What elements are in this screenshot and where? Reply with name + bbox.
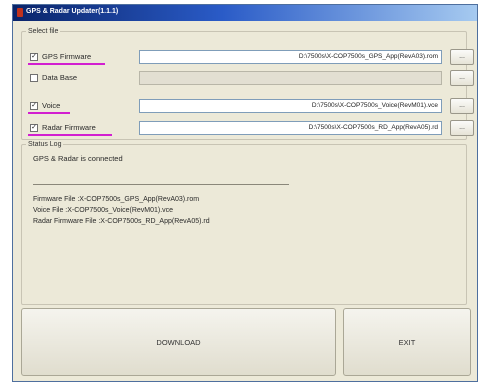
voice-browse-button[interactable]: ... <box>450 98 474 114</box>
connection-status-text: GPS & Radar is connected <box>33 154 123 163</box>
app-icon <box>17 8 23 17</box>
highlight-underline <box>28 112 70 114</box>
window-title: GPS & Radar Updater(1.1.1) <box>26 8 119 15</box>
data-base-checkbox[interactable] <box>30 74 38 82</box>
highlight-underline <box>28 63 105 65</box>
select-file-legend: Select file <box>28 28 59 35</box>
row-data-base: Data Base ... <box>22 70 474 88</box>
gps-firmware-label[interactable]: GPS Firmware <box>42 52 91 61</box>
status-divider <box>33 184 289 185</box>
status-log-legend: Status Log <box>28 141 62 148</box>
voice-path-field[interactable]: D:\7500s\X-COP7500s_Voice(RevM01).vce <box>139 99 442 113</box>
exit-button[interactable]: EXIT <box>343 308 471 376</box>
radar-firmware-checkbox[interactable]: ✓ <box>30 124 38 132</box>
data-base-path-field <box>139 71 442 85</box>
data-base-browse-button[interactable]: ... <box>450 70 474 86</box>
title-bar[interactable]: GPS & Radar Updater(1.1.1) <box>13 5 477 21</box>
row-gps-firmware: ✓ GPS Firmware D:\7500s\X-COP7500s_GPS_A… <box>22 49 474 67</box>
voice-checkbox[interactable]: ✓ <box>30 102 38 110</box>
radar-firmware-label[interactable]: Radar Firmware <box>42 123 96 132</box>
client-area: Select file ✓ GPS Firmware D:\7500s\X-CO… <box>16 24 474 378</box>
status-log-group: Status Log GPS & Radar is connected Firm… <box>21 141 467 305</box>
gps-firmware-checkbox[interactable]: ✓ <box>30 53 38 61</box>
download-button[interactable]: DOWNLOAD <box>21 308 336 376</box>
gps-firmware-path-field[interactable]: D:\7500s\X-COP7500s_GPS_App(RevA03).rom <box>139 50 442 64</box>
log-line-radar: Radar Firmware File :X-COP7500s_RD_App(R… <box>33 218 210 225</box>
radar-firmware-browse-button[interactable]: ... <box>450 120 474 136</box>
log-line-firmware: Firmware File :X-COP7500s_GPS_App(RevA03… <box>33 196 200 203</box>
row-voice: ✓ Voice D:\7500s\X-COP7500s_Voice(RevM01… <box>22 98 474 116</box>
updater-window: GPS & Radar Updater(1.1.1) Select file ✓… <box>12 4 478 382</box>
radar-firmware-path-field[interactable]: D:\7500s\X-COP7500s_RD_App(RevA05).rd <box>139 121 442 135</box>
log-line-voice: Voice File :X-COP7500s_Voice(RevM01).vce <box>33 207 174 214</box>
row-radar-firmware: ✓ Radar Firmware D:\7500s\X-COP7500s_RD_… <box>22 120 474 138</box>
voice-label[interactable]: Voice <box>42 101 60 110</box>
select-file-group: Select file ✓ GPS Firmware D:\7500s\X-CO… <box>21 28 474 140</box>
highlight-underline <box>28 134 112 136</box>
data-base-label[interactable]: Data Base <box>42 73 77 82</box>
gps-firmware-browse-button[interactable]: ... <box>450 49 474 65</box>
